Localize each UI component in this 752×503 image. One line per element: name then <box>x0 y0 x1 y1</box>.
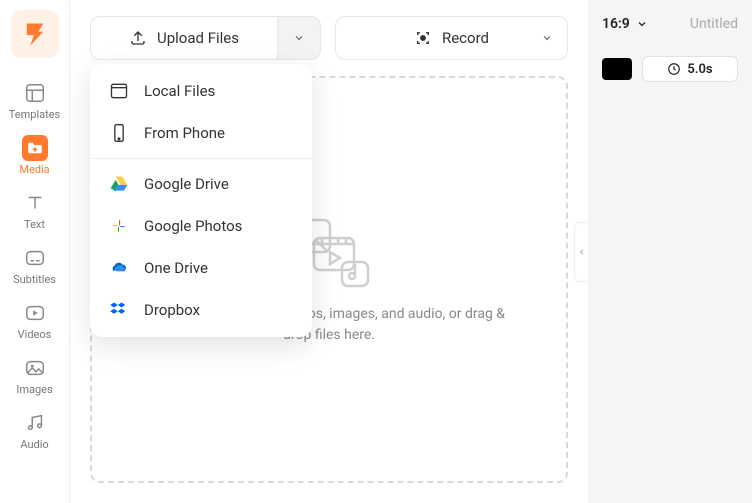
collapse-right-panel-button[interactable] <box>574 222 588 282</box>
onedrive-icon <box>108 257 130 279</box>
images-icon <box>22 355 48 381</box>
sidebar-label: Videos <box>18 328 52 341</box>
menu-item-google-photos[interactable]: Google Photos <box>90 205 312 247</box>
menu-divider <box>90 158 312 159</box>
upload-files-button[interactable]: Upload Files <box>90 16 277 60</box>
record-icon <box>414 29 432 47</box>
project-name[interactable]: Untitled <box>690 16 738 32</box>
upload-dropdown-toggle[interactable] <box>277 16 321 60</box>
scene-row: 5.0s <box>588 48 752 90</box>
sidebar-label: Text <box>24 218 45 231</box>
menu-item-label: From Phone <box>144 124 225 142</box>
upload-button-label: Upload Files <box>157 29 239 47</box>
menu-item-from-phone[interactable]: From Phone <box>90 112 312 154</box>
google-photos-icon <box>108 215 130 237</box>
dropbox-icon <box>108 299 130 321</box>
app-logo[interactable] <box>11 10 59 58</box>
chevron-down-icon <box>541 32 553 44</box>
google-drive-icon <box>108 173 130 195</box>
menu-item-label: Dropbox <box>144 301 200 319</box>
left-sidebar: Templates Media Text Subtitles Videos <box>0 0 70 503</box>
menu-item-label: Google Drive <box>144 175 229 193</box>
aspect-ratio-value: 16:9 <box>602 16 630 32</box>
scene-duration-button[interactable]: 5.0s <box>642 56 738 82</box>
record-button[interactable]: Record <box>335 16 568 60</box>
media-icon <box>22 135 48 161</box>
templates-icon <box>22 80 48 106</box>
chevron-left-icon <box>578 246 586 258</box>
sidebar-item-audio[interactable]: Audio <box>5 402 65 457</box>
videos-icon <box>22 300 48 326</box>
phone-icon <box>108 122 130 144</box>
menu-item-label: Local Files <box>144 82 215 100</box>
main-panel: Upload Files Record <box>70 0 588 503</box>
menu-item-label: One Drive <box>144 259 208 277</box>
sidebar-item-images[interactable]: Images <box>5 347 65 402</box>
scene-duration-value: 5.0s <box>687 62 712 77</box>
sidebar-label: Subtitles <box>13 273 56 286</box>
menu-item-label: Google Photos <box>144 217 242 235</box>
subtitles-icon <box>22 245 48 271</box>
logo-icon <box>21 20 49 48</box>
menu-item-dropbox[interactable]: Dropbox <box>90 289 312 331</box>
sidebar-item-videos[interactable]: Videos <box>5 292 65 347</box>
upload-icon <box>129 29 147 47</box>
sidebar-item-media[interactable]: Media <box>5 127 65 182</box>
sidebar-item-templates[interactable]: Templates <box>5 72 65 127</box>
folder-icon <box>108 80 130 102</box>
upload-split-button: Upload Files <box>90 16 321 60</box>
right-panel-header: 16:9 Untitled <box>588 0 752 48</box>
upload-dropdown-menu: Local Files From Phone Google Drive Goog <box>90 64 312 337</box>
sidebar-label: Media <box>19 163 49 176</box>
aspect-ratio-selector[interactable]: 16:9 <box>602 16 648 32</box>
chevron-down-icon <box>636 18 648 30</box>
scene-thumbnail[interactable] <box>602 58 632 80</box>
right-panel: 16:9 Untitled 5.0s <box>588 0 752 503</box>
chevron-down-icon <box>293 32 305 44</box>
clock-icon <box>667 62 681 76</box>
sidebar-label: Images <box>16 383 52 396</box>
text-icon <box>22 190 48 216</box>
sidebar-label: Templates <box>9 108 60 121</box>
menu-item-google-drive[interactable]: Google Drive <box>90 163 312 205</box>
sidebar-item-text[interactable]: Text <box>5 182 65 237</box>
menu-item-local-files[interactable]: Local Files <box>90 70 312 112</box>
sidebar-item-subtitles[interactable]: Subtitles <box>5 237 65 292</box>
audio-icon <box>22 410 48 436</box>
menu-item-one-drive[interactable]: One Drive <box>90 247 312 289</box>
record-button-label: Record <box>442 29 489 47</box>
sidebar-label: Audio <box>20 438 48 451</box>
